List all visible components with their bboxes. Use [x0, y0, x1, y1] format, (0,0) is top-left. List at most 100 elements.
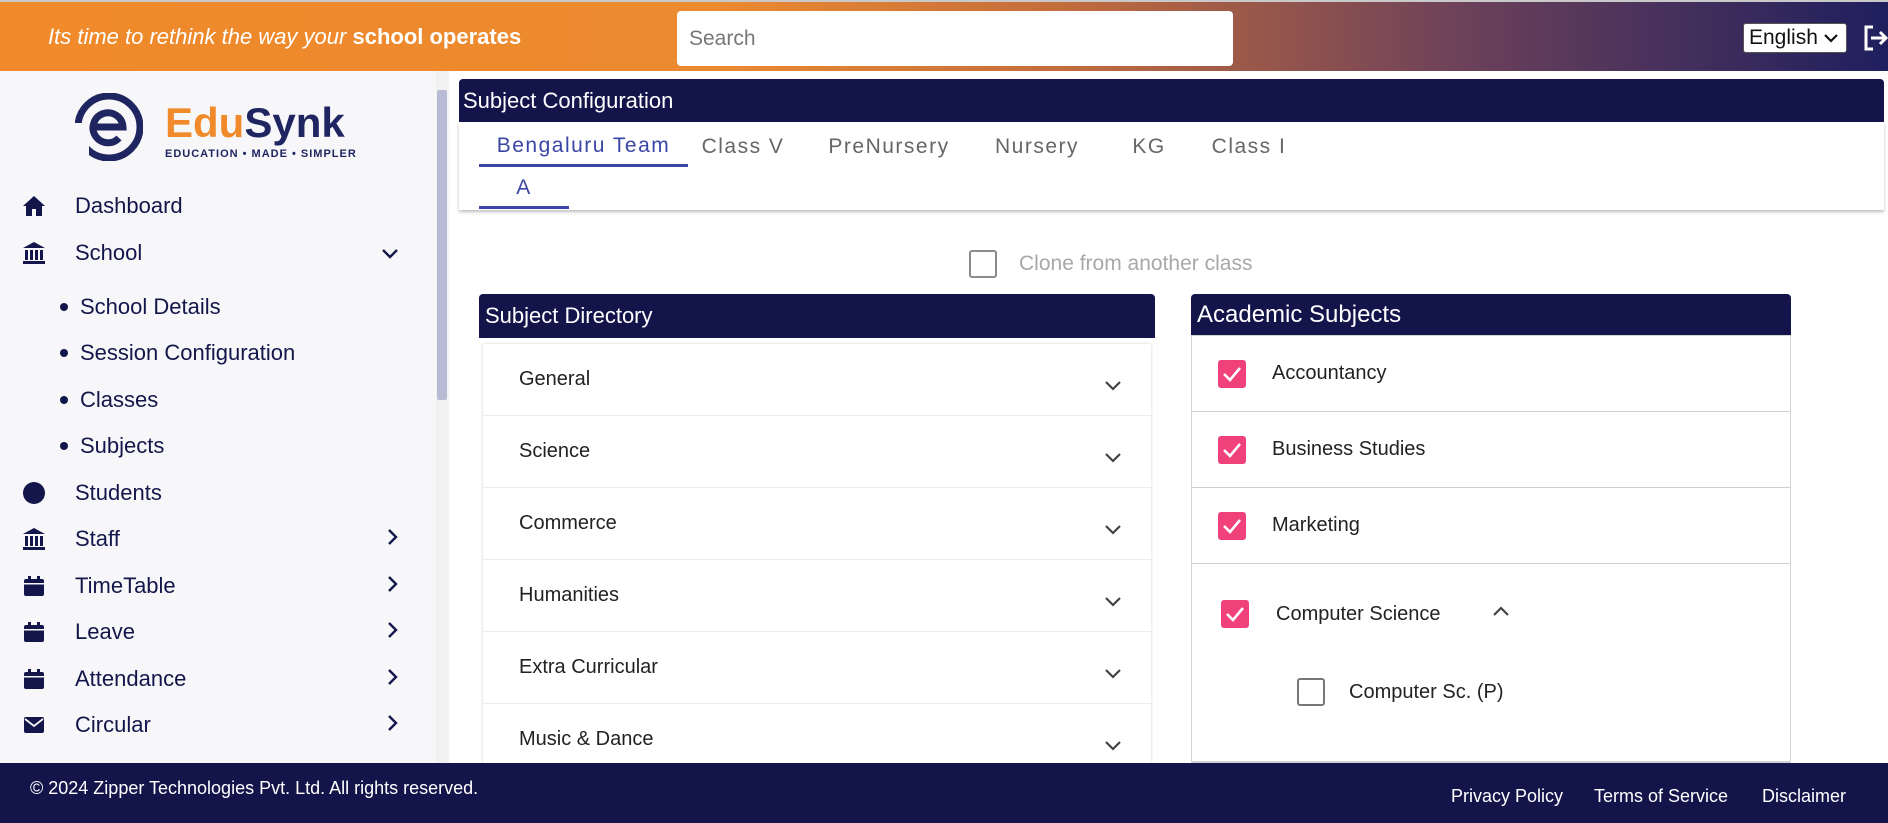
sidebar-item-dashboard[interactable]: Dashboard [20, 186, 420, 226]
directory-group-label: Commerce [519, 512, 617, 534]
sidebar-item-school[interactable]: School [20, 233, 420, 273]
chevron-right-icon [388, 668, 398, 691]
sidebar-subitem-classes[interactable]: Classes [60, 383, 158, 417]
sidebar-item-leave[interactable]: Leave [20, 612, 420, 652]
page-title-text: Subject Configuration [463, 87, 674, 113]
copyright-text: © 2024 Zipper Technologies Pvt. Ltd. All… [30, 778, 479, 798]
language-select[interactable]: English [1743, 23, 1847, 53]
sidebar-item-students[interactable]: Students [20, 473, 420, 513]
academic-subjects-title: Academic Subjects [1197, 300, 1402, 328]
tab-a[interactable]: A [479, 169, 569, 209]
tab-class-v[interactable]: Class V [697, 127, 789, 167]
directory-group-music-dance[interactable]: Music & Dance [483, 704, 1151, 763]
calendar-icon [20, 665, 48, 693]
chevron-down-icon [1824, 30, 1838, 46]
tab-bengaluru-team[interactable]: Bengaluru Team [479, 127, 688, 167]
check-icon [1223, 442, 1241, 458]
edusynk-logo: EduSynk EDUCATION • MADE • SIMPLER [74, 92, 375, 163]
subject-row-accountancy: Accountancy [1192, 336, 1790, 412]
subject-checkbox[interactable] [1297, 678, 1325, 706]
chevron-right-icon [388, 528, 398, 551]
tagline: Its time to rethink the way your school … [48, 24, 521, 50]
clone-checkbox[interactable] [969, 250, 997, 278]
disclaimer-link[interactable]: Disclaimer [1762, 786, 1846, 807]
chevron-right-icon [388, 621, 398, 644]
subject-checkbox[interactable] [1221, 600, 1249, 628]
sidebar-scroll-thumb[interactable] [437, 90, 447, 400]
directory-group-extra-curricular[interactable]: Extra Curricular [483, 632, 1151, 704]
directory-group-label: Extra Curricular [519, 656, 658, 678]
class-tabs: Bengaluru Team Class V PreNursery Nurser… [459, 122, 1884, 210]
subject-label: Computer Science [1276, 602, 1441, 625]
subject-label: Business Studies [1272, 438, 1426, 460]
sidebar-subitem-subjects[interactable]: Subjects [60, 429, 164, 463]
bullet-icon [60, 442, 68, 450]
sidebar-item-circular[interactable]: Circular [20, 705, 420, 745]
home-icon [20, 192, 48, 220]
search-input[interactable] [677, 11, 1233, 66]
directory-group-label: Music & Dance [519, 728, 654, 750]
subject-row-marketing: Marketing [1192, 488, 1790, 564]
envelope-icon [20, 711, 48, 739]
directory-group-science[interactable]: Science [483, 416, 1151, 488]
sidebar-subitem-label: Classes [80, 387, 159, 412]
bullet-icon [60, 349, 68, 357]
sidebar-item-label: Circular [75, 712, 151, 737]
tab-prenursery[interactable]: PreNursery [809, 127, 969, 167]
top-bar: Its time to rethink the way your school … [0, 0, 1888, 71]
subject-label: Marketing [1272, 514, 1360, 536]
chevron-up-icon[interactable] [1492, 599, 1509, 622]
subject-row-business-studies: Business Studies [1192, 412, 1790, 488]
subject-checkbox[interactable] [1218, 359, 1246, 388]
logo-mark-icon [74, 92, 144, 162]
sidebar-subitem-label: Session Configuration [80, 340, 296, 365]
calendar-icon [20, 618, 48, 646]
logo-name: EduSynk [165, 99, 345, 147]
subject-directory-title: Subject Directory [485, 303, 653, 328]
logo-tagline: EDUCATION • MADE • SIMPLER [165, 148, 357, 160]
sidebar-item-label: Attendance [75, 666, 187, 691]
check-icon [1223, 366, 1241, 382]
sidebar-subitem-label: Subjects [80, 433, 165, 458]
tab-class-i[interactable]: Class I [1193, 127, 1305, 167]
subject-label: Computer Sc. (P) [1349, 680, 1504, 703]
subject-directory-list: General Science Commerce Humanities Extr… [483, 344, 1151, 763]
directory-group-label: General [519, 368, 591, 390]
directory-group-label: Science [519, 440, 591, 462]
directory-group-general[interactable]: General [483, 344, 1151, 416]
chevron-right-icon [388, 714, 398, 737]
bullet-icon [60, 396, 68, 404]
logout-icon[interactable] [1862, 24, 1888, 52]
subject-checkbox[interactable] [1218, 511, 1246, 540]
logo-name-edu: Edu [165, 99, 245, 146]
sidebar-subitem-session-configuration[interactable]: Session Configuration [60, 336, 295, 370]
institution-icon [20, 239, 48, 267]
subject-checkbox[interactable] [1218, 435, 1246, 464]
chevron-down-icon [1105, 518, 1121, 541]
tab-nursery[interactable]: Nursery [969, 127, 1105, 167]
terms-of-service-link[interactable]: Terms of Service [1594, 786, 1728, 807]
calendar-icon [20, 572, 48, 600]
sidebar-item-attendance[interactable]: Attendance [20, 659, 420, 699]
chevron-down-icon [1105, 374, 1121, 397]
chevron-down-icon [1105, 662, 1121, 685]
check-icon [1223, 518, 1241, 534]
sidebar-item-label: Staff [75, 526, 120, 551]
chevron-down-icon [1105, 734, 1121, 757]
subject-row-computer-science: Computer Science Computer Sc. (P) [1192, 564, 1790, 762]
chevron-down-icon [1105, 590, 1121, 613]
privacy-policy-link[interactable]: Privacy Policy [1451, 786, 1563, 807]
footer: © 2024 Zipper Technologies Pvt. Ltd. All… [0, 763, 1888, 823]
tab-kg[interactable]: KG [1105, 127, 1193, 167]
academic-subjects-list: Accountancy Business Studies Marketing C… [1191, 335, 1791, 763]
sidebar-item-timetable[interactable]: TimeTable [20, 566, 420, 606]
directory-group-humanities[interactable]: Humanities [483, 560, 1151, 632]
directory-group-commerce[interactable]: Commerce [483, 488, 1151, 560]
language-value: English [1749, 26, 1818, 49]
sidebar-item-label: Dashboard [75, 193, 183, 218]
logo-name-synk: Synk [244, 99, 345, 146]
clone-from-class[interactable]: Clone from another class [969, 250, 1252, 278]
sidebar-subitem-school-details[interactable]: School Details [60, 290, 221, 324]
institution-icon [20, 525, 48, 553]
sidebar-item-staff[interactable]: Staff [20, 519, 420, 559]
